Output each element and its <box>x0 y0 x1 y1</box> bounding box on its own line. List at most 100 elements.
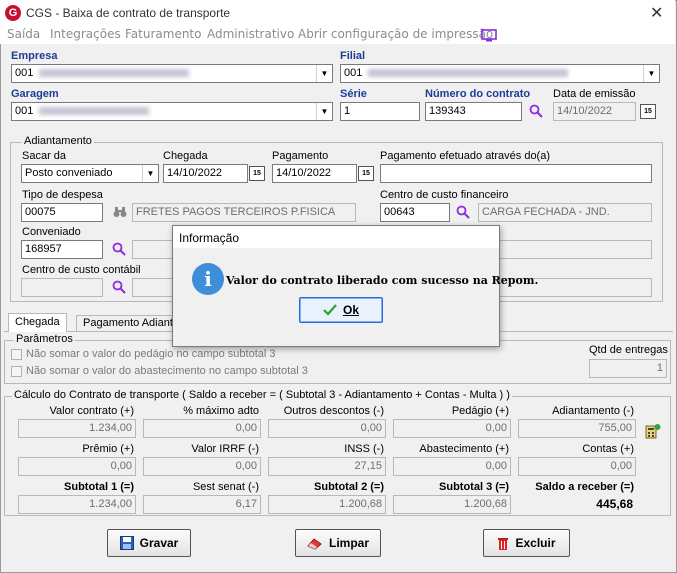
calendar-icon[interactable]: 15 <box>358 166 374 181</box>
premio-field: 0,00 <box>18 457 136 476</box>
subtotal1-field: 1.234,00 <box>18 495 136 514</box>
calculator-icon[interactable] <box>645 423 661 439</box>
menu-saida[interactable]: Saída <box>7 27 40 41</box>
menu-integracoes[interactable]: Integrações <box>50 27 121 41</box>
pagamento-efetuado-label: Pagamento efetuado através do(a) <box>380 150 551 162</box>
dialog-title: Informação <box>179 231 240 245</box>
subtotal3-field: 1.200,68 <box>393 495 511 514</box>
centro-custo-financeiro-code-input[interactable]: 00643 <box>380 203 450 222</box>
menu-abrir-configuracao-impressao[interactable]: Abrir configuração de impressão <box>298 27 493 41</box>
empresa-select[interactable]: 001 <box>11 64 333 83</box>
saldo-receber-field: 445,68 <box>596 497 633 511</box>
pedagio-field: 0,00 <box>393 419 511 438</box>
redacted-filial-name <box>368 69 569 78</box>
pagamento-efetuado-input[interactable] <box>380 164 652 183</box>
outros-descontos-field: 0,00 <box>268 419 386 438</box>
dialog-message: Valor do contrato liberado com sucesso n… <box>226 274 539 287</box>
conveniado-code-input[interactable]: 168957 <box>21 240 103 259</box>
ok-label: Ok <box>342 303 359 317</box>
tipo-despesa-code-input[interactable]: 00075 <box>21 203 103 222</box>
calculo-title: Cálculo do Contrato de transporte ( Sald… <box>12 389 512 401</box>
centro-custo-contabil-label: Centro de custo contábil <box>22 264 141 276</box>
floppy-disk-icon <box>119 536 134 550</box>
valor-contrato-field: 1.234,00 <box>18 419 136 438</box>
gravar-button[interactable]: Gravar <box>107 529 191 557</box>
contas-field: 0,00 <box>518 457 636 476</box>
monitor-icon[interactable] <box>481 29 497 42</box>
conveniado-label: Conveniado <box>22 226 81 238</box>
chegada-label: Chegada <box>163 150 208 162</box>
chevron-down-icon[interactable]: ▼ <box>142 165 158 182</box>
saldo-receber-label: Saldo a receber (=) <box>535 481 634 493</box>
checkbox-abastecimento[interactable] <box>11 366 22 377</box>
excluir-button[interactable]: Excluir <box>483 529 570 557</box>
checkbox-pedagio[interactable] <box>11 349 22 360</box>
inss-label: INSS (-) <box>344 443 384 455</box>
info-icon: i <box>192 263 224 295</box>
chevron-down-icon[interactable]: ▼ <box>316 65 332 82</box>
numero-contrato-input[interactable]: 139343 <box>425 102 522 121</box>
garagem-select[interactable]: 001 <box>11 102 333 121</box>
pagamento-date-input[interactable]: 14/10/2022 <box>272 164 357 183</box>
subtotal2-label: Subtotal 2 (=) <box>314 481 384 493</box>
inss-field: 27,15 <box>268 457 386 476</box>
checkmark-icon <box>323 304 337 316</box>
search-icon[interactable] <box>529 104 543 118</box>
close-icon[interactable]: ✕ <box>650 3 663 23</box>
valor-contrato-label: Valor contrato (+) <box>49 405 134 417</box>
excluir-label: Excluir <box>515 536 556 550</box>
abastecimento-label: Abastecimento (+) <box>419 443 509 455</box>
redacted-garagem-name <box>39 107 150 116</box>
dialog-title-bar: Informação <box>173 226 499 248</box>
garagem-label: Garagem <box>11 88 59 100</box>
subtotal3-label: Subtotal 3 (=) <box>439 481 509 493</box>
search-icon[interactable] <box>112 280 126 294</box>
filial-value: 001 <box>344 67 363 79</box>
title-bar: G CGS - Baixa de contrato de transporte … <box>0 0 675 26</box>
contas-label: Contas (+) <box>582 443 634 455</box>
parametros-title: Parâmetros <box>14 333 75 345</box>
ok-button[interactable]: Ok <box>299 297 383 323</box>
menu-bar: Saída Integrações Faturamento Administra… <box>0 26 675 44</box>
tab-chegada[interactable]: Chegada <box>8 313 67 332</box>
qtd-entregas-input: 1 <box>589 359 667 378</box>
limpar-label: Limpar <box>328 536 369 550</box>
search-icon[interactable] <box>112 242 126 256</box>
tipo-despesa-label: Tipo de despesa <box>22 189 103 201</box>
centro-custo-financeiro-label: Centro de custo financeiro <box>380 189 509 201</box>
premio-label: Prêmio (+) <box>82 443 134 455</box>
redacted-empresa-name <box>39 69 190 78</box>
subtotal2-field: 1.200,68 <box>268 495 386 514</box>
sacar-label: Sacar da <box>22 150 67 162</box>
pedagio-label: Pedágio (+) <box>451 405 509 417</box>
tipo-despesa-desc-input: FRETES PAGOS TERCEIROS P.FISICA <box>132 203 356 222</box>
search-icon[interactable] <box>456 205 470 219</box>
sest-senat-field: 6,17 <box>143 495 261 514</box>
data-emissao-input[interactable]: 14/10/2022 <box>553 102 636 121</box>
menu-faturamento[interactable]: Faturamento <box>125 27 201 41</box>
calendar-icon[interactable]: 15 <box>640 104 656 119</box>
chegada-date-input[interactable]: 14/10/2022 <box>163 164 248 183</box>
centro-custo-contabil-code-input[interactable] <box>21 278 103 297</box>
binoculars-icon[interactable] <box>113 206 127 218</box>
chevron-down-icon[interactable]: ▼ <box>643 65 659 82</box>
checkbox-pedagio-label: Não somar o valor do pedágio no campo su… <box>26 348 276 360</box>
chevron-down-icon[interactable]: ▼ <box>316 103 332 120</box>
calendar-icon[interactable]: 15 <box>249 166 265 181</box>
empresa-label: Empresa <box>11 50 58 62</box>
adiantamento-label: Adiantamento (-) <box>552 405 634 417</box>
qtd-entregas-label: Qtd de entregas <box>589 344 668 356</box>
app-logo-icon: G <box>5 5 21 21</box>
serie-input[interactable]: 1 <box>340 102 420 121</box>
centro-custo-financeiro-desc-input: CARGA FECHADA - JND. <box>478 203 652 222</box>
adiantamento-title: Adiantamento <box>22 135 94 147</box>
valor-irrf-label: Valor IRRF (-) <box>191 443 259 455</box>
serie-label: Série <box>340 88 367 100</box>
sacar-select[interactable]: Posto conveniado <box>21 164 159 183</box>
limpar-button[interactable]: Limpar <box>295 529 381 557</box>
eraser-icon <box>307 538 322 550</box>
sest-senat-label: Sest senat (-) <box>192 481 259 493</box>
menu-administrativo[interactable]: Administrativo <box>207 27 294 41</box>
filial-select[interactable]: 001 <box>340 64 660 83</box>
maximo-adto-field: 0,00 <box>143 419 261 438</box>
